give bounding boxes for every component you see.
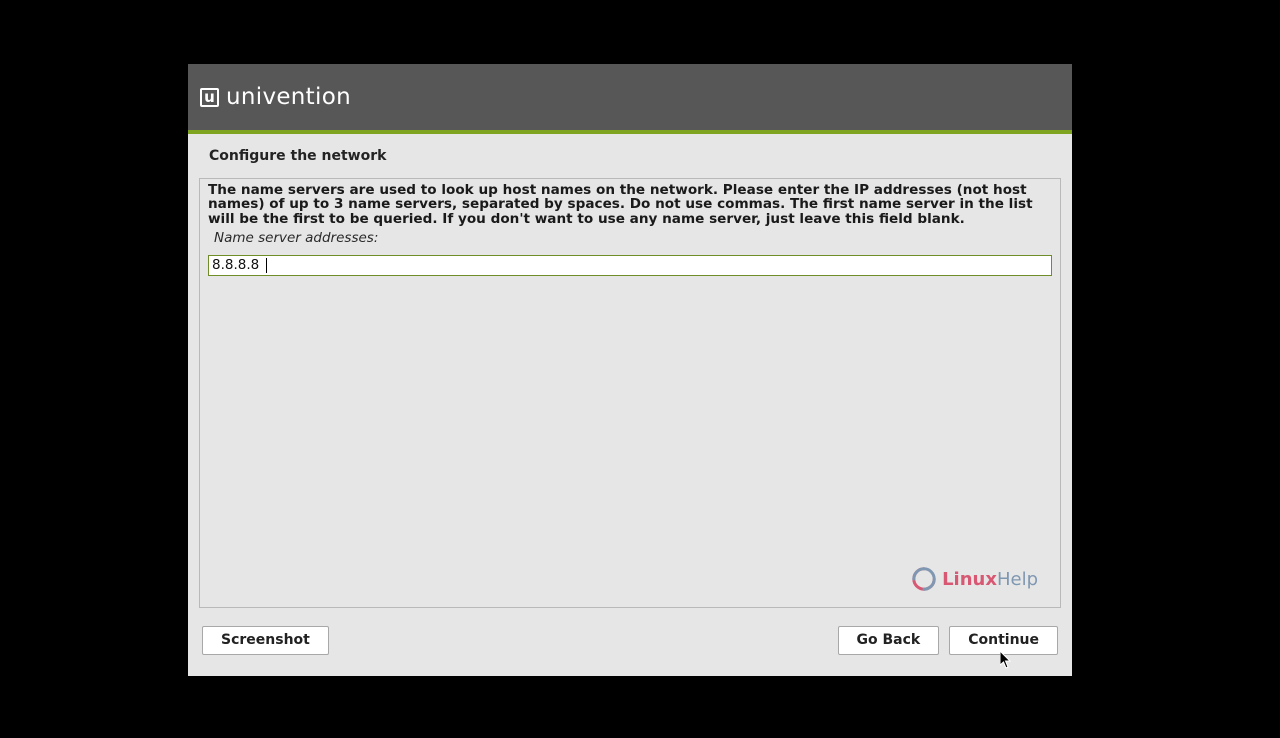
content-area: Configure the network The name servers a… xyxy=(188,134,1072,676)
watermark-text-b: Help xyxy=(997,569,1038,590)
continue-button[interactable]: Continue xyxy=(949,626,1058,655)
button-bar: Screenshot Go Back Continue xyxy=(199,608,1061,655)
watermark: LinuxHelp xyxy=(912,567,1038,591)
watermark-text-a: Linux xyxy=(942,569,997,590)
brand-text: univention xyxy=(226,84,351,110)
field-label: Name server addresses: xyxy=(214,230,1052,246)
config-panel: The name servers are used to look up hos… xyxy=(199,178,1061,608)
header-bar: u univention xyxy=(188,64,1072,130)
go-back-button[interactable]: Go Back xyxy=(838,626,940,655)
linuxhelp-swirl-icon xyxy=(912,567,936,591)
description-text: The name servers are used to look up hos… xyxy=(208,183,1052,226)
page-title: Configure the network xyxy=(209,148,1061,164)
installer-window: u univention Configure the network The n… xyxy=(188,64,1072,676)
screenshot-button[interactable]: Screenshot xyxy=(202,626,329,655)
watermark-text: LinuxHelp xyxy=(942,569,1038,590)
text-caret xyxy=(266,258,267,273)
nameserver-input[interactable] xyxy=(208,255,1052,276)
brand-logo-icon: u xyxy=(200,88,219,107)
